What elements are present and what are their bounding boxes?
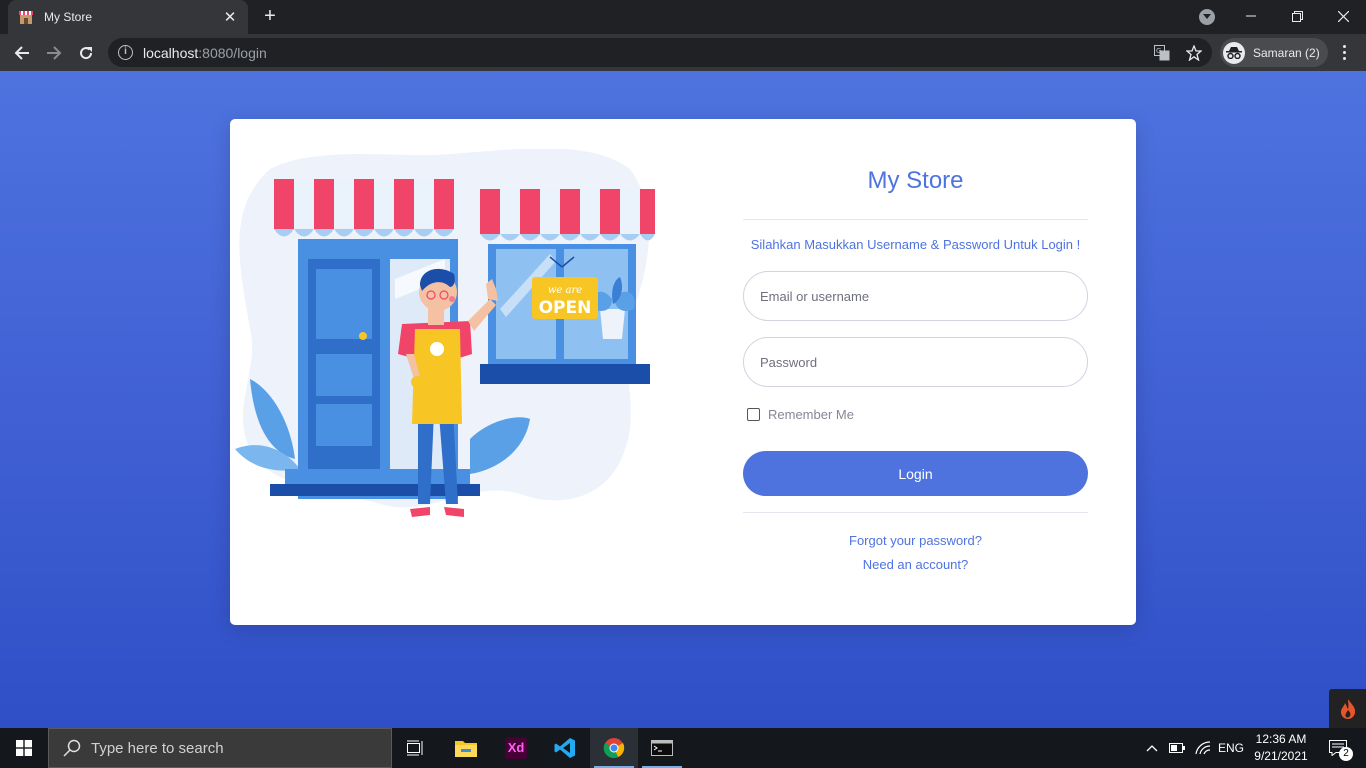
login-instructions: Silahkan Masukkan Username & Password Un… xyxy=(750,237,1081,252)
remember-me-row: Remember Me xyxy=(747,407,854,422)
vscode-icon[interactable] xyxy=(541,728,589,768)
battery-icon[interactable] xyxy=(1166,728,1188,768)
wifi-icon[interactable] xyxy=(1192,728,1214,768)
store-favicon xyxy=(19,11,33,24)
star-icon[interactable] xyxy=(1186,45,1202,61)
sign-text-we-are: we are xyxy=(548,285,582,296)
system-clock[interactable]: 12:36 AM 9/21/2021 xyxy=(1249,731,1313,765)
store-illustration: we are OPEN xyxy=(235,149,655,517)
svg-text:G: G xyxy=(1156,47,1161,55)
remember-me-label[interactable]: Remember Me xyxy=(768,407,854,422)
info-icon[interactable]: i xyxy=(118,45,133,60)
page-title: My Store xyxy=(867,167,964,194)
restore-icon[interactable] xyxy=(1274,0,1320,32)
forgot-password-link[interactable]: Forgot your password? xyxy=(743,533,1088,548)
window-close-icon[interactable] xyxy=(1320,0,1366,32)
menu-icon[interactable] xyxy=(1334,42,1354,62)
file-explorer-icon[interactable] xyxy=(442,728,490,768)
search-placeholder: Type here to search xyxy=(91,739,224,757)
remember-me-checkbox[interactable] xyxy=(747,408,760,421)
windows-start-icon[interactable] xyxy=(0,728,48,768)
sign-text-open: OPEN xyxy=(539,298,592,318)
browser-tab-strip: My Store ✕ + xyxy=(0,0,1366,34)
clock-date: 9/21/2021 xyxy=(1254,749,1308,763)
divider xyxy=(743,219,1088,220)
notification-center-icon[interactable]: 2 xyxy=(1318,728,1358,768)
chevron-up-icon[interactable] xyxy=(1142,728,1162,768)
taskbar-search[interactable]: Type here to search xyxy=(48,728,392,768)
tab-title: My Store xyxy=(44,10,93,24)
clock-time: 12:36 AM xyxy=(1255,732,1307,746)
windows-taskbar: Type here to search Xd ENG 12:36 AM 9/21… xyxy=(0,728,1366,768)
task-view-icon[interactable] xyxy=(392,728,440,768)
profile-button[interactable]: Samaran (2) xyxy=(1220,38,1328,67)
incognito-icon xyxy=(1223,41,1245,64)
page-viewport: we are OPEN My Store Silahkan Masukkan U… xyxy=(0,71,1366,728)
tab-my-store[interactable]: My Store ✕ xyxy=(8,0,248,34)
url-text[interactable]: localhost:8080/login xyxy=(143,45,267,61)
login-button[interactable]: Login xyxy=(743,451,1088,496)
xd-label: Xd xyxy=(505,737,527,759)
address-bar[interactable]: i localhost:8080/login G xyxy=(108,38,1212,67)
new-tab-button[interactable]: + xyxy=(258,6,282,28)
forward-icon[interactable] xyxy=(40,39,68,67)
search-icon xyxy=(63,739,81,757)
chrome-icon[interactable] xyxy=(590,728,638,768)
profile-label: Samaran (2) xyxy=(1253,45,1320,60)
divider xyxy=(743,512,1088,513)
notification-count: 2 xyxy=(1339,747,1353,761)
flame-icon[interactable] xyxy=(1329,689,1366,728)
reload-icon[interactable] xyxy=(72,39,100,67)
minimize-icon[interactable] xyxy=(1228,0,1274,32)
adobe-xd-icon[interactable]: Xd xyxy=(492,728,540,768)
email-field[interactable] xyxy=(743,271,1088,321)
browser-toolbar: i localhost:8080/login G Samaran (2) xyxy=(0,34,1366,71)
terminal-icon[interactable] xyxy=(638,728,686,768)
back-icon[interactable] xyxy=(8,39,36,67)
close-icon[interactable]: ✕ xyxy=(222,8,238,26)
register-link[interactable]: Need an account? xyxy=(743,557,1088,572)
password-field[interactable] xyxy=(743,337,1088,387)
search-tabs-icon[interactable] xyxy=(1199,9,1215,25)
language-indicator[interactable]: ENG xyxy=(1216,728,1246,768)
login-card: we are OPEN My Store Silahkan Masukkan U… xyxy=(230,119,1136,625)
translate-icon[interactable]: G xyxy=(1154,45,1170,61)
